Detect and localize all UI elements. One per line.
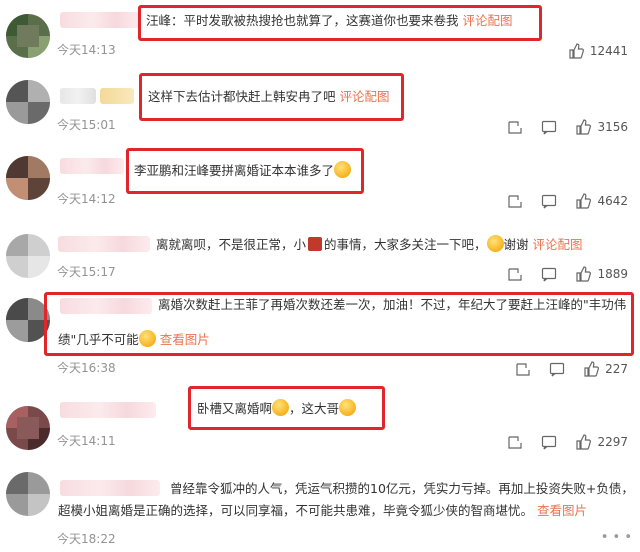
share-icon[interactable] <box>507 193 523 209</box>
like-button[interactable]: 227 <box>583 361 628 377</box>
comment-item: 曾经靠令狐冲的人气，凭运气积攒的10亿元，凭实力亏掉。再加上投资失败+负债， 超… <box>0 458 640 552</box>
username-blurred[interactable] <box>60 88 96 104</box>
thumb-up-icon <box>576 119 592 135</box>
comment-actions: 1889 <box>507 266 628 282</box>
avatar[interactable] <box>6 472 50 516</box>
comment-actions: 3156 <box>507 119 628 135</box>
comment-time: 今天16:38 <box>57 361 116 375</box>
username-blurred[interactable] <box>58 236 150 252</box>
thumb-up-icon <box>576 266 592 282</box>
like-count: 3156 <box>597 120 628 134</box>
comment-actions: 12441 <box>568 43 628 59</box>
thumb-up-icon <box>576 193 592 209</box>
username-blurred[interactable] <box>60 480 160 496</box>
avatar[interactable] <box>6 406 50 450</box>
thumb-up-icon <box>576 434 592 450</box>
highlight-box <box>126 148 364 194</box>
like-count: 4642 <box>597 194 628 208</box>
comment-item: 卧槽又离婚啊 ，这大哥 今天14:11 2297 <box>0 382 640 458</box>
image-link[interactable]: 查看图片 <box>537 503 587 518</box>
like-button[interactable]: 4642 <box>575 193 628 209</box>
like-button[interactable]: 1889 <box>575 266 628 282</box>
like-button[interactable]: 2297 <box>575 434 628 450</box>
like-count: 1889 <box>597 267 628 281</box>
highlight-box <box>44 292 634 356</box>
share-icon[interactable] <box>507 266 523 282</box>
comment-item: 李亚鹏和汪峰要拼离婚证本本谁多了 今天14:12 4642 <box>0 144 640 224</box>
highlight-box <box>139 73 404 121</box>
like-count: 12441 <box>589 44 628 58</box>
comment-item: 离就离呗，不是很正常，小 的事情，大家多关注一下吧， 谢谢 评论配图 今天15:17… <box>0 224 640 286</box>
avatar[interactable] <box>6 234 50 278</box>
comment-text: 曾经靠令狐冲的人气，凭运气积攒的10亿元，凭实力亏掉。再加上投资失败+负债， <box>170 481 634 496</box>
share-icon[interactable] <box>507 434 523 450</box>
username-blurred[interactable] <box>60 158 124 174</box>
avatar[interactable] <box>6 80 50 124</box>
username-blurred[interactable] <box>60 12 140 28</box>
share-icon[interactable] <box>515 361 531 377</box>
comment-time: 今天14:11 <box>57 434 116 448</box>
comment-time: 今天14:12 <box>57 192 116 206</box>
comment-text: 离就离呗，不是很正常，小 的事情，大家多关注一下吧， 谢谢 评论配图 <box>156 235 583 252</box>
blurred-word <box>308 237 323 251</box>
comment-icon[interactable] <box>541 119 557 135</box>
like-count: 227 <box>605 362 628 376</box>
comment-time: 今天14:13 <box>57 43 116 57</box>
crying-emoji-icon <box>486 235 504 252</box>
comment-actions: 227 <box>515 361 628 377</box>
thumb-up-icon <box>584 361 600 377</box>
like-count: 2297 <box>597 435 628 449</box>
comment-icon[interactable] <box>549 361 565 377</box>
comment-actions: 2297 <box>507 434 628 450</box>
comment-item: 汪峰：平时发歌被热搜抢也就算了，这赛道你也要来卷我 评论配图 今天14:13 1… <box>0 0 640 66</box>
highlight-box <box>138 5 542 41</box>
comment-text-line2: 超模小姐离婚是正确的选择，可以同享福，不可能共患难，毕竟令狐少侠的智商堪忧。 查… <box>58 503 588 518</box>
highlight-box <box>188 386 385 430</box>
comment-icon[interactable] <box>541 193 557 209</box>
username-blurred[interactable] <box>100 88 134 104</box>
comment-icon[interactable] <box>541 266 557 282</box>
comment-time: 今天15:01 <box>57 118 116 132</box>
avatar[interactable] <box>6 14 50 58</box>
thumb-up-icon <box>569 43 584 59</box>
share-icon[interactable] <box>507 119 523 135</box>
comment-item: 离婚次数赶上王菲了再婚次数还差一次，加油！不过，年纪大了要赶上汪峰的"丰功伟 绩… <box>0 286 640 382</box>
more-options-icon[interactable]: • • • <box>601 530 632 545</box>
comment-time: 今天15:17 <box>57 265 116 279</box>
like-button[interactable]: 12441 <box>568 43 628 59</box>
comment-time: 今天18:22 <box>57 532 116 546</box>
image-link[interactable]: 评论配图 <box>533 237 583 252</box>
like-button[interactable]: 3156 <box>575 119 628 135</box>
avatar[interactable] <box>6 156 50 200</box>
comment-icon[interactable] <box>541 434 557 450</box>
comment-actions: 4642 <box>507 193 628 209</box>
comment-item: 这样下去估计都快赶上韩安冉了吧 评论配图 今天15:01 3156 <box>0 66 640 144</box>
username-blurred[interactable] <box>60 402 156 418</box>
